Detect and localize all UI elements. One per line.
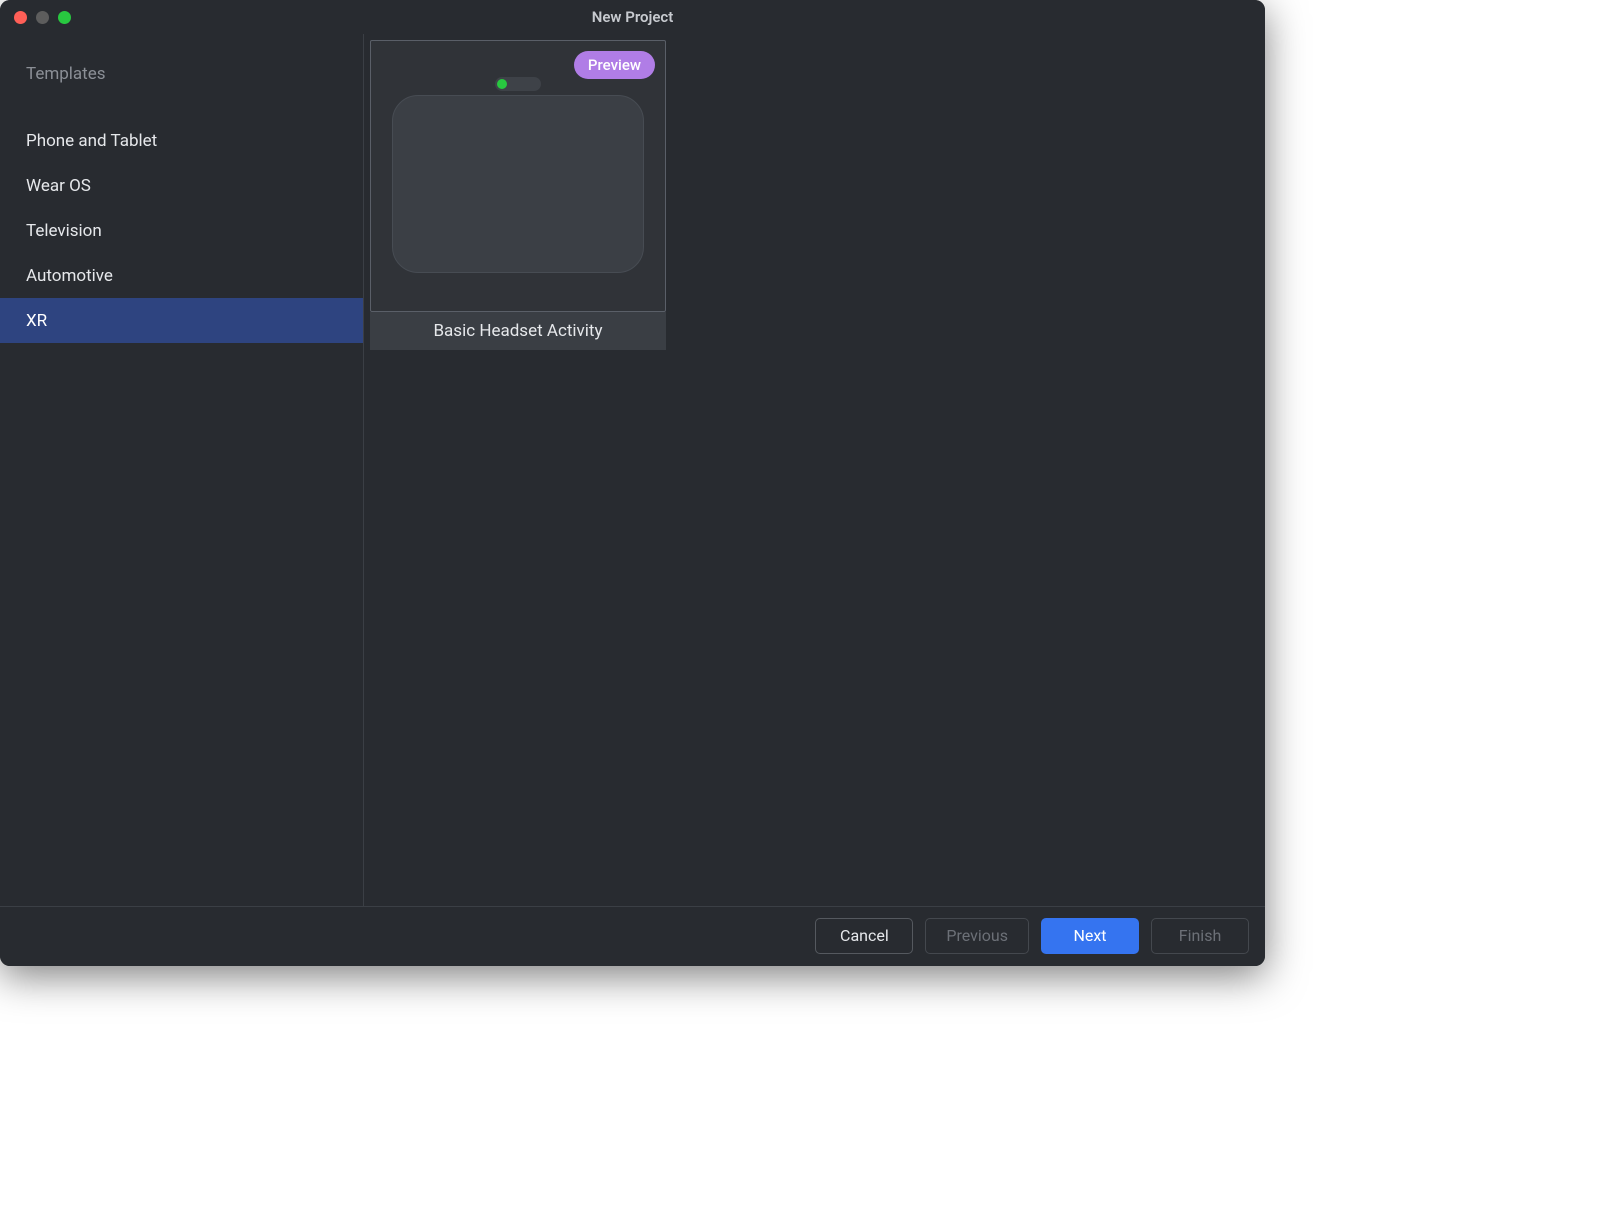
headset-mock-icon [392,77,644,273]
sidebar-item-label: Phone and Tablet [26,131,157,151]
preview-badge: Preview [574,51,655,79]
close-icon[interactable] [14,11,27,24]
window-title: New Project [0,8,1265,26]
sidebar-item-television[interactable]: Television [0,208,363,253]
sidebar-item-label: XR [26,311,47,331]
template-preview: Preview [370,40,666,312]
zoom-icon[interactable] [58,11,71,24]
sidebar-item-label: Automotive [26,266,113,286]
sidebar-item-label: Television [26,221,102,241]
sidebar-item-phone-and-tablet[interactable]: Phone and Tablet [0,118,363,163]
new-project-window: New Project Templates Phone and Tablet W… [0,0,1265,966]
headset-pill-icon [495,77,541,91]
sidebar-item-label: Wear OS [26,176,91,196]
sidebar-item-xr[interactable]: XR [0,298,363,343]
sidebar-heading: Templates [0,64,363,84]
template-card-basic-headset-activity[interactable]: Preview Basic Headset Activity [370,40,666,350]
footer: Cancel Previous Next Finish [0,906,1265,966]
minimize-icon[interactable] [36,11,49,24]
sidebar-item-automotive[interactable]: Automotive [0,253,363,298]
finish-button: Finish [1151,918,1249,954]
titlebar: New Project [0,0,1265,34]
sidebar: Templates Phone and Tablet Wear OS Telev… [0,34,364,906]
templates-area: Preview Basic Headset Activity [364,34,1265,906]
window-body: Templates Phone and Tablet Wear OS Telev… [0,34,1265,906]
template-title: Basic Headset Activity [370,312,666,350]
sidebar-item-wear-os[interactable]: Wear OS [0,163,363,208]
next-button[interactable]: Next [1041,918,1139,954]
headset-screen-icon [392,95,644,273]
traffic-lights [0,11,71,24]
previous-button: Previous [925,918,1029,954]
cancel-button[interactable]: Cancel [815,918,913,954]
templates-grid: Preview Basic Headset Activity [370,40,1259,350]
